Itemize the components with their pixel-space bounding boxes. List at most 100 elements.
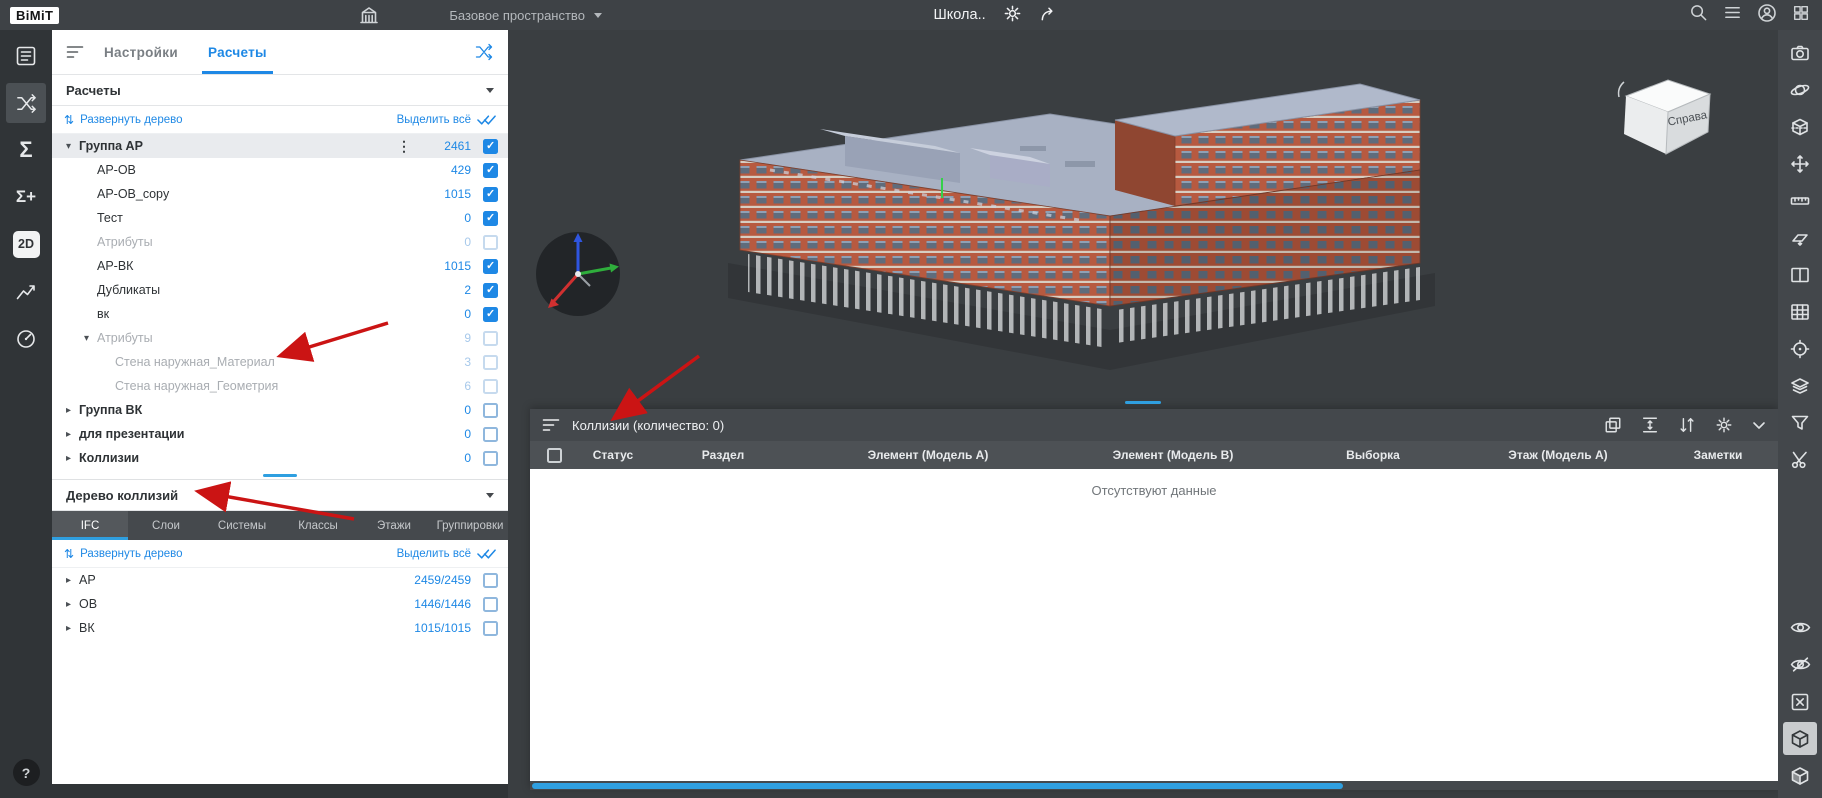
screenshot-icon[interactable] (1783, 36, 1817, 69)
tree-expand-arrow-icon[interactable] (80, 333, 93, 344)
tree-row[interactable]: Группа ВК 0 (52, 398, 508, 422)
navigation-cube[interactable]: Справа (1610, 66, 1720, 166)
panel-resize-handle[interactable] (1125, 401, 1161, 404)
grid-icon[interactable] (1783, 295, 1817, 328)
section-box-icon[interactable] (1783, 110, 1817, 143)
collisions-tool-icon[interactable] (6, 83, 46, 123)
tree-item-checkbox[interactable] (483, 403, 498, 418)
tree-item-checkbox[interactable] (483, 621, 498, 636)
tree-expand-arrow-icon[interactable] (62, 623, 75, 634)
tree-row[interactable]: Стена наружная_Геометрия 6 (52, 374, 508, 398)
app-logo[interactable]: BiMiT (10, 7, 59, 24)
tree-expand-arrow-icon[interactable] (62, 429, 75, 440)
tree-row[interactable]: АР-ВК 1015 (52, 254, 508, 278)
model-tree-icon[interactable] (6, 36, 46, 76)
column-header-floor-a[interactable]: Этаж (Модель А) (1458, 448, 1658, 462)
tree-row[interactable]: Атрибуты 9 (52, 326, 508, 350)
tree-item-checkbox[interactable] (483, 187, 498, 202)
project-settings-gear-icon[interactable] (1003, 4, 1022, 27)
tree-row[interactable]: ВК 1015/1015 (52, 616, 508, 640)
swap-vertical-icon[interactable] (1678, 416, 1696, 434)
panel-tab[interactable]: Расчеты (208, 30, 267, 74)
column-header-notes[interactable]: Заметки (1658, 448, 1778, 462)
cut-scissors-icon[interactable] (1783, 443, 1817, 476)
building-model-3d[interactable] (720, 58, 1435, 388)
user-account-icon[interactable] (1757, 3, 1777, 28)
filter-icon[interactable] (1783, 406, 1817, 439)
section-resize-handle[interactable] (263, 474, 297, 477)
tree-item-checkbox[interactable] (483, 427, 498, 442)
tree-item-checkbox[interactable] (483, 211, 498, 226)
kebab-menu-icon[interactable] (397, 139, 409, 153)
clear-selection-icon[interactable] (1783, 685, 1817, 718)
collision-tree-tab[interactable]: Этажи (356, 511, 432, 540)
tree-row[interactable]: Стена наружная_Материал 3 (52, 350, 508, 374)
collision-tree-tab[interactable]: Классы (280, 511, 356, 540)
search-icon[interactable] (1689, 3, 1708, 27)
collision-tree-section-header[interactable]: Дерево коллизий (52, 479, 508, 511)
shaded-cube-icon[interactable] (1783, 759, 1817, 792)
settings-gear-icon[interactable] (1715, 416, 1733, 434)
group-copy-icon[interactable] (1604, 416, 1622, 434)
tree-expand-arrow-icon[interactable] (62, 405, 75, 416)
tree-expand-arrow-icon[interactable] (62, 599, 75, 610)
tree-item-checkbox[interactable] (483, 451, 498, 466)
tree-item-checkbox[interactable] (483, 331, 498, 346)
collision-tree-tab[interactable]: IFC (52, 511, 128, 540)
tree-row[interactable]: вк 0 (52, 302, 508, 326)
horizontal-scrollbar[interactable] (530, 781, 1778, 790)
layers-icon[interactable] (1783, 369, 1817, 402)
clip-plane-icon[interactable] (1783, 221, 1817, 254)
select-all-checkbox[interactable] (547, 448, 562, 463)
tree-item-checkbox[interactable] (483, 573, 498, 588)
tree-expand-arrow-icon[interactable] (62, 453, 75, 464)
tree-item-checkbox[interactable] (483, 283, 498, 298)
tree-row[interactable]: Дубликаты 2 (52, 278, 508, 302)
list-menu-icon[interactable] (1723, 3, 1742, 27)
tree-item-checkbox[interactable] (483, 379, 498, 394)
tree-row[interactable]: Тест 0 (52, 206, 508, 230)
tree-item-checkbox[interactable] (483, 139, 498, 154)
tree-row[interactable]: ОВ 1446/1446 (52, 592, 508, 616)
expand-tree-button[interactable]: Развернуть дерево (64, 547, 183, 561)
workspace-selector[interactable]: Базовое пространство (449, 8, 602, 23)
share-icon[interactable] (1039, 4, 1058, 27)
building-icon[interactable] (359, 5, 379, 25)
expand-tree-button[interactable]: Развернуть дерево (64, 113, 183, 127)
collisions-menu-icon[interactable] (542, 417, 560, 433)
tree-item-checkbox[interactable] (483, 597, 498, 612)
column-header-section[interactable]: Раздел (648, 448, 798, 462)
calculations-section-header[interactable]: Расчеты (52, 75, 508, 106)
axis-gizmo[interactable] (532, 228, 624, 320)
tree-row[interactable]: для презентации 0 (52, 422, 508, 446)
tree-item-checkbox[interactable] (483, 307, 498, 322)
measure-ruler-icon[interactable] (1783, 184, 1817, 217)
tree-row[interactable]: АР-ОВ 429 (52, 158, 508, 182)
panel-menu-icon[interactable] (66, 44, 84, 60)
apps-grid-icon[interactable] (1792, 4, 1810, 27)
help-button[interactable]: ? (13, 759, 40, 786)
scrollbar-thumb[interactable] (532, 783, 1343, 789)
tree-item-checkbox[interactable] (483, 355, 498, 370)
collision-tree-tab[interactable]: Слои (128, 511, 204, 540)
tree-item-checkbox[interactable] (483, 163, 498, 178)
tree-row[interactable]: АР 2459/2459 (52, 568, 508, 592)
viewport-3d[interactable]: Справа Коллизии (количество: 0) (508, 30, 1778, 798)
tree-row[interactable]: АР-ОВ_copy 1015 (52, 182, 508, 206)
column-header-status[interactable]: Статус (578, 448, 648, 462)
hide-element-eye-off-icon[interactable] (1783, 648, 1817, 681)
collision-tree-tab[interactable]: Системы (204, 511, 280, 540)
panel-tab[interactable]: Настройки (104, 30, 178, 74)
focus-target-icon[interactable] (1783, 332, 1817, 365)
charts-tool-icon[interactable] (6, 271, 46, 311)
orbit-icon[interactable] (1783, 73, 1817, 106)
tree-row[interactable]: Коллизии 0 (52, 446, 508, 470)
show-element-eye-icon[interactable] (1783, 611, 1817, 644)
tree-item-checkbox[interactable] (483, 235, 498, 250)
tree-expand-arrow-icon[interactable] (62, 575, 75, 586)
model-cube-icon[interactable] (1783, 722, 1817, 755)
tree-row[interactable]: Атрибуты 0 (52, 230, 508, 254)
collision-mode-icon[interactable] (474, 42, 494, 62)
fit-height-icon[interactable] (1641, 416, 1659, 434)
column-header-element-a[interactable]: Элемент (Модель А) (798, 448, 1058, 462)
